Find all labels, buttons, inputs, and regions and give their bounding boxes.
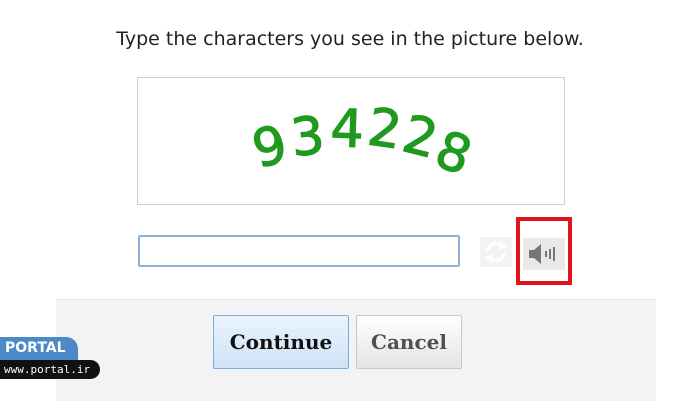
captcha-answer-input[interactable] (138, 235, 460, 267)
instruction-text: Type the characters you see in the pictu… (116, 28, 584, 50)
captcha-character: 9 (247, 114, 294, 180)
captcha-character: 4 (330, 99, 365, 160)
refresh-captcha-button[interactable] (480, 237, 512, 267)
watermark-site: www.portal.ir (0, 360, 100, 379)
watermark-brand: PORTAL (0, 337, 78, 360)
refresh-icon (480, 241, 512, 270)
captcha-image: 934228 (137, 77, 565, 205)
cancel-button[interactable]: Cancel (356, 315, 462, 369)
continue-button[interactable]: Continue (213, 315, 349, 369)
audio-button-highlight (516, 217, 572, 285)
captcha-character: 3 (288, 106, 327, 169)
